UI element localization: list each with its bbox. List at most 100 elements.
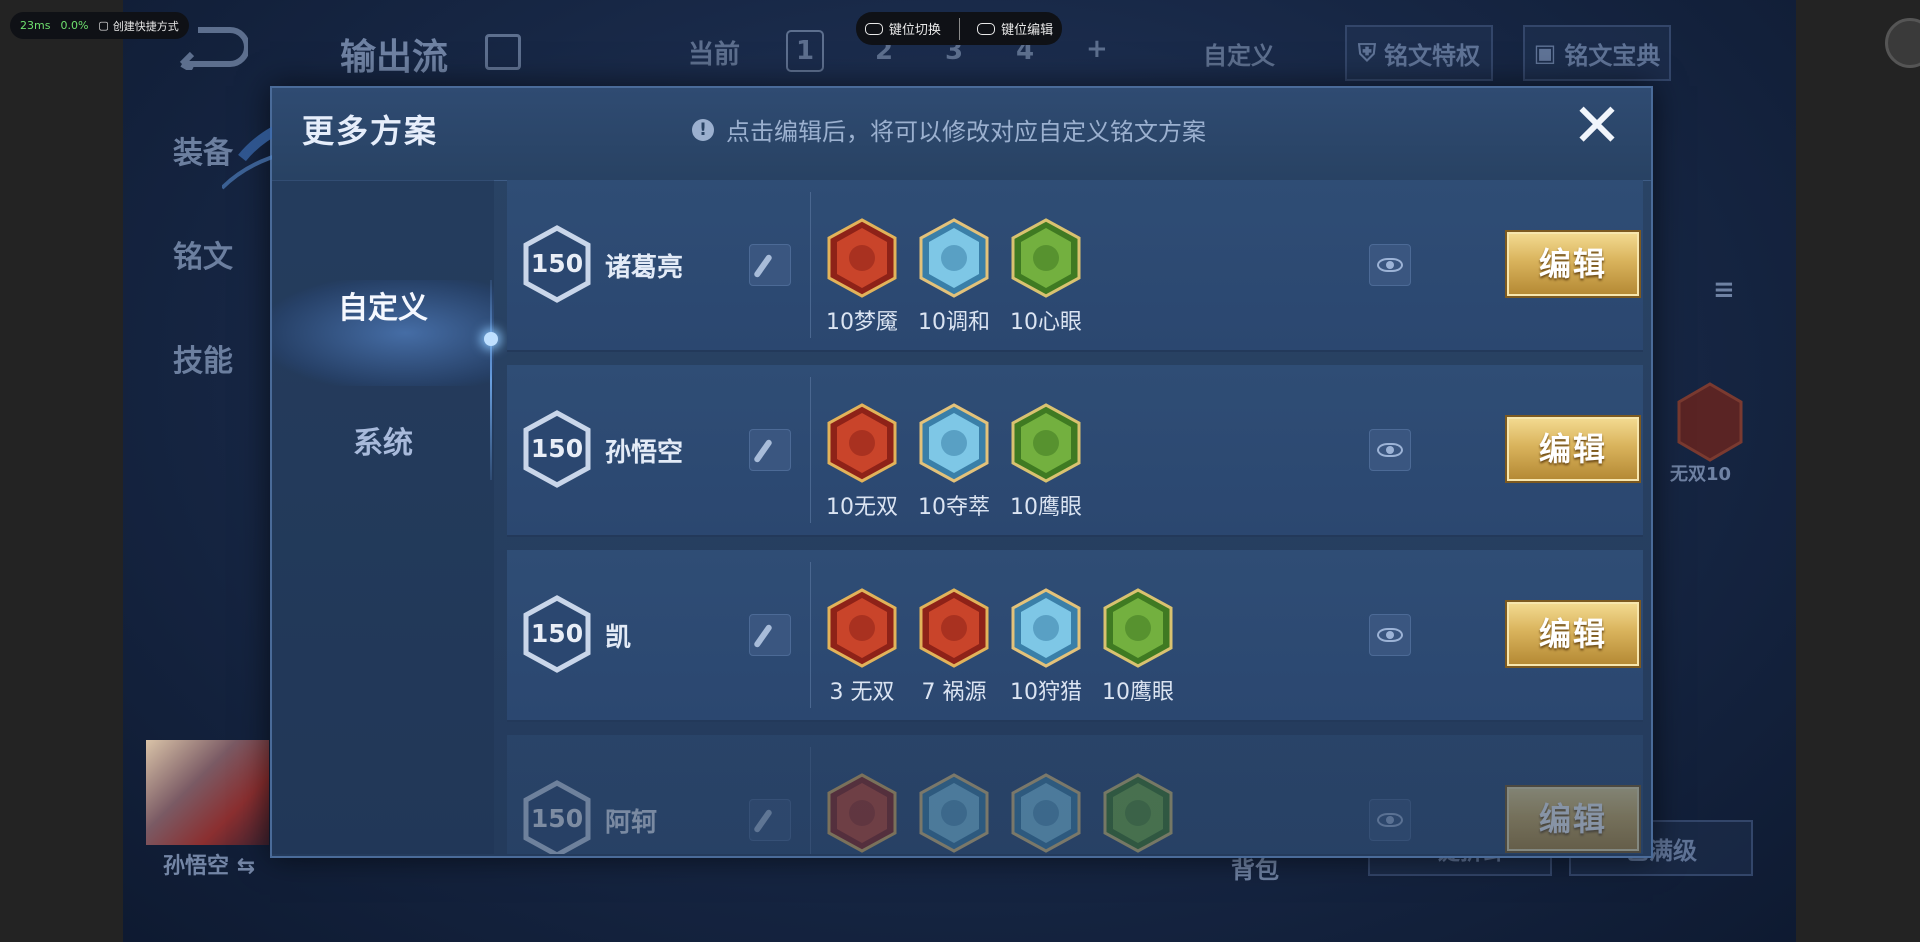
rune-guide-label: 铭文宝典 <box>1564 41 1661 70</box>
edit-button[interactable]: 编辑 <box>1507 602 1639 666</box>
preview-button[interactable] <box>1369 429 1411 471</box>
floating-settings-button[interactable] <box>1885 18 1920 68</box>
divider <box>810 377 811 523</box>
plan-hero-name: 凯 <box>605 623 632 653</box>
plan-row: 150 阿轲 编辑 <box>507 735 1643 854</box>
rune-slot[interactable] <box>1101 773 1175 854</box>
rose-rune-icon <box>825 403 899 483</box>
custom-label[interactable]: 自定义 <box>1203 36 1275 71</box>
rune-label: 10夺萃 <box>918 495 990 520</box>
level-badge: 150 <box>522 225 592 303</box>
rune-slot[interactable]: 10心眼 <box>1009 218 1083 338</box>
rune-slot[interactable] <box>1009 773 1083 854</box>
rune-label: 10调和 <box>918 310 990 335</box>
plan-row: 150 诸葛亮 10梦魇 10调和 10心眼 编辑 <box>507 180 1643 352</box>
rename-button[interactable] <box>749 799 791 841</box>
rune-slot[interactable]: 7 祸源 <box>917 588 991 708</box>
latency-value: 23ms <box>20 19 51 32</box>
gamepad-icon <box>977 22 996 35</box>
slot-1[interactable]: 1 <box>786 30 824 72</box>
tab-system[interactable]: 系统 <box>272 418 494 462</box>
plan-row: 150 凯 3 无双 7 祸源 10狩猎 10鹰眼 编辑 <box>507 550 1643 722</box>
loss-value: 0.0% <box>60 19 89 32</box>
current-label: 当前 <box>688 40 741 70</box>
rune-slot[interactable]: 10鹰眼 <box>1101 588 1175 708</box>
clover-rune-icon <box>1009 403 1083 483</box>
rename-button[interactable] <box>749 244 791 286</box>
shortcut-icon: ▢ <box>98 19 109 32</box>
rune-slot[interactable]: 10无双 <box>825 403 899 523</box>
rune-slot[interactable]: 10狩猎 <box>1009 588 1083 708</box>
plan-list: 150 诸葛亮 10梦魇 10调和 10心眼 编辑 150 孙悟空 10无双 1… <box>507 180 1643 854</box>
key-switch-label: 键位切换 <box>888 23 941 38</box>
rose-rune-icon <box>825 588 899 668</box>
key-mapping-bar: 键位切换 键位编辑 <box>856 12 1062 45</box>
tab-skills[interactable]: 技能 <box>173 336 233 380</box>
grid-icon[interactable] <box>485 34 521 70</box>
rune-slot[interactable]: 10调和 <box>917 218 991 338</box>
shield-icon: ⛨ <box>1358 39 1376 67</box>
dialog-title: 更多方案 <box>302 112 439 150</box>
rune-slot[interactable]: 3 无双 <box>825 588 899 708</box>
rune-privilege-label: 铭文特权 <box>1384 41 1480 70</box>
close-button[interactable]: ✕ <box>1569 96 1625 156</box>
hero-portrait[interactable] <box>146 740 269 845</box>
rune-label: 7 祸源 <box>921 680 987 705</box>
drop-rune-icon <box>917 773 991 853</box>
edit-button[interactable]: 编辑 <box>1507 232 1639 296</box>
gamepad-icon <box>864 22 883 35</box>
rune-slot[interactable]: 10梦魇 <box>825 218 899 338</box>
divider <box>810 192 811 338</box>
rune-slot[interactable]: 10鹰眼 <box>1009 403 1083 523</box>
divider <box>810 562 811 708</box>
create-shortcut-button[interactable]: ▢ 创建快捷方式 <box>98 18 178 34</box>
plan-category-nav: 自定义 系统 <box>272 180 498 854</box>
clover-rune-icon <box>1101 588 1175 668</box>
pen-icon <box>753 808 773 834</box>
rune-slot[interactable] <box>825 773 899 854</box>
tab-equipment[interactable]: 装备 <box>173 128 233 172</box>
flame-rune-icon <box>917 588 991 668</box>
side-rune-icon <box>1677 382 1743 462</box>
key-switch-button[interactable]: 键位切换 <box>864 19 941 38</box>
rune-privilege-button[interactable]: ⛨ 铭文特权 <box>1345 25 1493 81</box>
preview-button[interactable] <box>1369 244 1411 286</box>
build-name: 输出流 <box>340 37 449 78</box>
key-edit-label: 键位编辑 <box>1001 23 1054 38</box>
key-edit-button[interactable]: 键位编辑 <box>977 19 1053 38</box>
book-icon: ▣ <box>1533 39 1557 67</box>
preview-button[interactable] <box>1369 799 1411 841</box>
edit-button[interactable]: 编辑 <box>1507 417 1639 481</box>
rune-slot[interactable]: 10夺萃 <box>917 403 991 523</box>
side-rune-label: 无双10 <box>1670 464 1732 485</box>
tab-custom[interactable]: 自定义 <box>272 280 494 386</box>
swap-icon: ⇆ <box>236 854 256 879</box>
perf-overlay: 23ms 0.0% ▢ 创建快捷方式 <box>10 12 189 39</box>
slot-add[interactable]: + <box>1086 34 1108 64</box>
pen-icon <box>753 253 773 279</box>
rename-button[interactable] <box>749 429 791 471</box>
notice-text: 点击编辑后，将可以修改对应自定义铭文方案 <box>726 118 1206 146</box>
plan-hero-name: 阿轲 <box>605 808 658 838</box>
active-indicator <box>484 332 498 346</box>
info-icon: ! <box>692 118 714 141</box>
drop-rune-icon <box>917 218 991 298</box>
rune-level: 150 <box>530 619 584 648</box>
bolt-rune-icon <box>1009 588 1083 668</box>
demon-rune-icon <box>825 218 899 298</box>
tab-runes[interactable]: 铭文 <box>173 232 233 276</box>
plan-hero-name: 孙悟空 <box>605 438 684 468</box>
rune-level: 150 <box>530 249 584 278</box>
rune-guide-button[interactable]: ▣ 铭文宝典 <box>1523 25 1671 81</box>
rune-slot[interactable] <box>917 773 991 854</box>
rune-label: 10狩猎 <box>1010 680 1082 705</box>
level-badge: 150 <box>522 780 592 854</box>
more-plans-dialog: 更多方案 ! 点击编辑后，将可以修改对应自定义铭文方案 ✕ 自定义 系统 150… <box>222 86 1653 858</box>
rune-label: 10鹰眼 <box>1102 680 1174 705</box>
preview-button[interactable] <box>1369 614 1411 656</box>
list-icon[interactable]: ≡ <box>1713 275 1735 305</box>
edit-button[interactable]: 编辑 <box>1507 787 1639 851</box>
rename-button[interactable] <box>749 614 791 656</box>
hero-name: 孙悟空 ⇆ <box>163 854 256 879</box>
level-badge: 150 <box>522 410 592 488</box>
